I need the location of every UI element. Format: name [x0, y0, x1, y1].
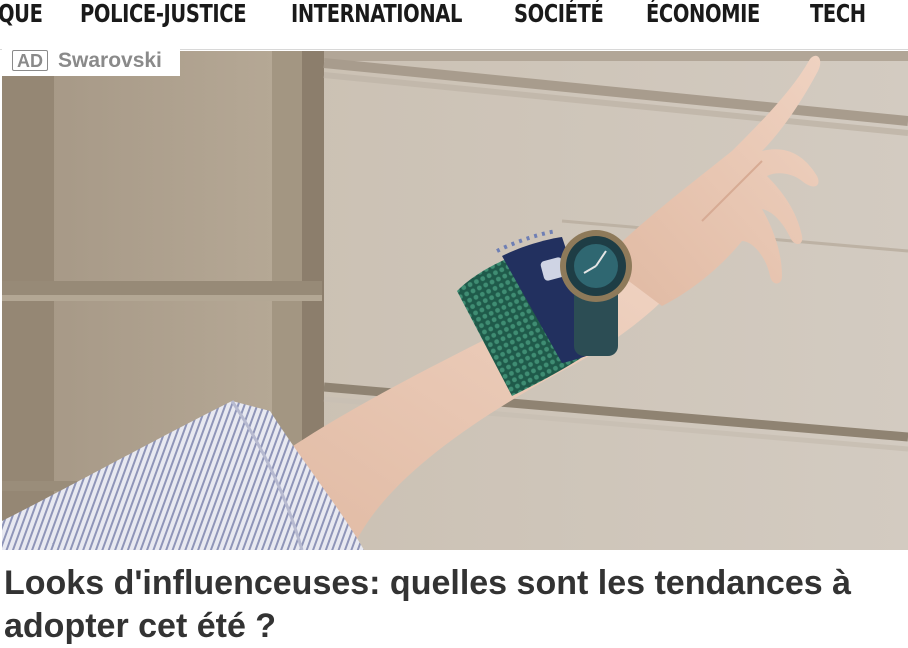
nav-item-economie[interactable]: ÉCONOMIE	[646, 0, 760, 34]
ad-label: AD	[12, 50, 48, 71]
photo-arm-with-watch-icon	[2, 51, 908, 550]
nav-item-police-justice[interactable]: POLICE-JUSTICE	[80, 0, 247, 34]
ad-image[interactable]	[2, 51, 908, 550]
nav-item-international[interactable]: INTERNATIONAL	[291, 0, 462, 34]
nav-item-societe[interactable]: SOCIÉTÉ	[514, 0, 604, 34]
ad-badge: AD Swarovski	[2, 45, 180, 76]
ad-headline[interactable]: Looks d'influenceuses: quelles sont les …	[4, 562, 908, 648]
top-nav: QUE POLICE-JUSTICE INTERNATIONAL SOCIÉTÉ…	[0, 0, 908, 50]
ad-sponsor-name[interactable]: Swarovski	[58, 49, 162, 73]
nav-item-tech[interactable]: TECH	[810, 0, 866, 34]
nav-item-politique[interactable]: QUE	[0, 0, 43, 34]
